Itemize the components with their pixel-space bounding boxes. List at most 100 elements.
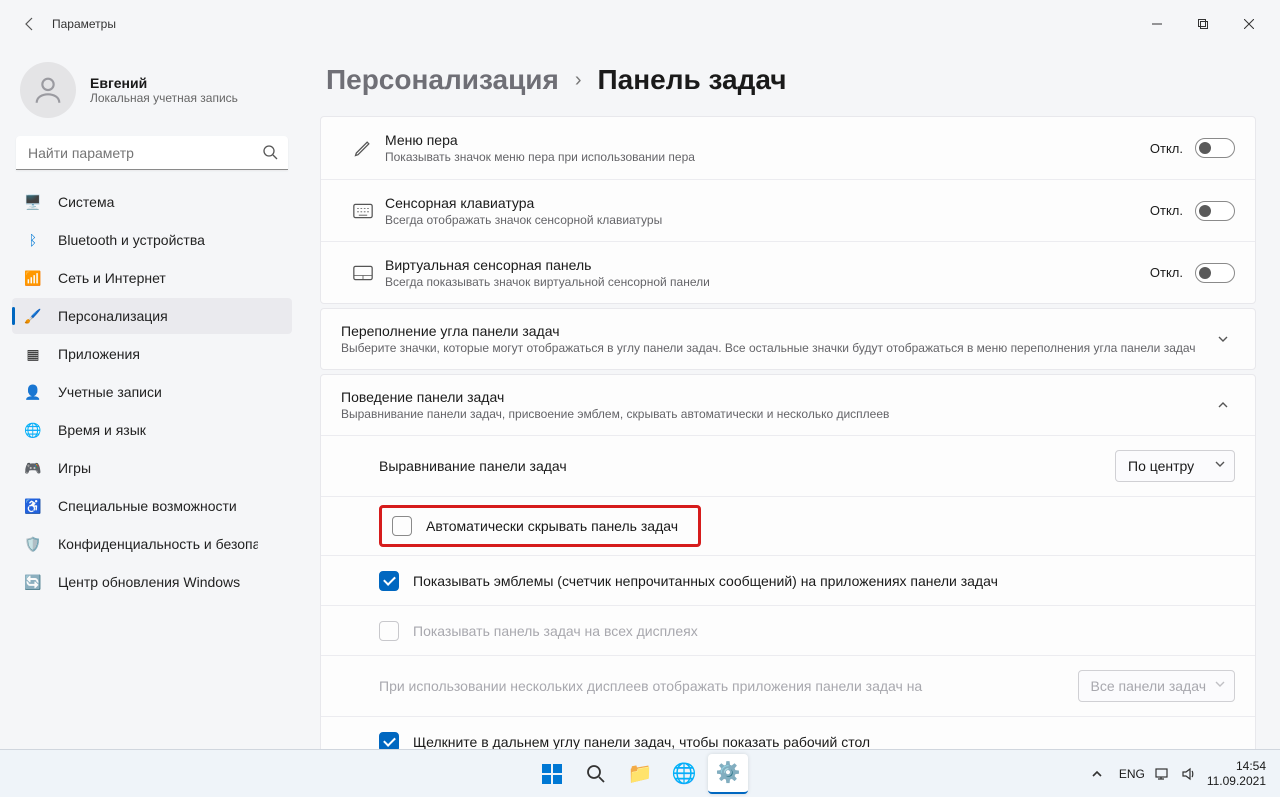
profile[interactable]: Евгений Локальная учетная запись [12,52,296,132]
sidebar-item-games[interactable]: 🎮 Игры [12,450,292,486]
system-tray: ENG 14:54 11.09.2021 [1085,759,1280,788]
badges-row: Показывать эмблемы (счетчик непрочитанны… [321,555,1255,605]
alignment-label: Выравнивание панели задач [379,458,1115,474]
sidebar-item-label: Учетные записи [58,384,162,400]
avatar [20,62,76,118]
chevron-up-icon [1091,768,1103,780]
tray-overflow[interactable] [1085,768,1109,780]
sidebar-item-label: Центр обновления Windows [58,574,240,590]
sidebar-item-personalization[interactable]: 🖌️ Персонализация [12,298,292,334]
taskbar-edge[interactable]: 🌐 [664,754,704,794]
badges-label: Показывать эмблемы (счетчик непрочитанны… [413,573,1235,589]
taskbar-settings[interactable]: ⚙️ [708,754,748,794]
windows-icon [541,763,563,785]
arrow-left-icon [22,16,38,32]
tray-date: 11.09.2021 [1207,774,1266,788]
alignment-value: По центру [1128,458,1194,474]
sidebar-item-label: Bluetooth и устройства [58,232,205,248]
sidebar-item-privacy[interactable]: 🛡️ Конфиденциальность и безопасность [12,526,292,562]
alignment-select[interactable]: По центру [1115,450,1235,482]
window-controls [1134,8,1272,40]
setting-title: Меню пера [385,132,1150,148]
tray-volume-icon[interactable] [1181,767,1197,781]
sidebar-item-network[interactable]: 📶 Сеть и Интернет [12,260,292,296]
behavior-body: Выравнивание панели задач По центру Авто… [321,435,1255,749]
close-button[interactable] [1226,8,1272,40]
expander-title: Поведение панели задач [341,389,1211,405]
sidebar-item-apps[interactable]: ▦ Приложения [12,336,292,372]
minimize-button[interactable] [1134,8,1180,40]
toggle-state: Откл. [1150,265,1183,280]
chevron-right-icon: › [575,69,582,92]
autohide-checkbox[interactable] [392,516,412,536]
tray-network-icon[interactable] [1155,767,1171,781]
virtual-touchpad-toggle[interactable] [1195,263,1235,283]
sidebar-item-accessibility[interactable]: ♿ Специальные возможности [12,488,292,524]
sidebar-item-label: Персонализация [58,308,168,324]
corner-click-row: Щелкните в дальнем углу панели задач, чт… [321,716,1255,749]
autohide-label: Автоматически скрывать панель задач [426,518,678,534]
accounts-icon: 👤 [24,383,42,401]
multi-display-value: Все панели задач [1091,678,1206,694]
chevron-down-icon [1211,333,1235,345]
person-icon [31,73,65,107]
pen-icon [341,138,385,158]
gamepad-icon: 🎮 [24,459,42,477]
sidebar-item-system[interactable]: 🖥️ Система [12,184,292,220]
back-button[interactable] [16,10,44,38]
overflow-expander[interactable]: Переполнение угла панели задач Выберите … [320,308,1256,370]
setting-subtitle: Всегда показывать значок виртуальной сен… [385,275,1150,289]
setting-title: Сенсорная клавиатура [385,195,1150,211]
search-box[interactable] [16,136,288,170]
folder-icon: 📁 [628,761,653,786]
sidebar-item-accounts[interactable]: 👤 Учетные записи [12,374,292,410]
sidebar-item-label: Сеть и Интернет [58,270,166,286]
sidebar-item-time[interactable]: 🌐 Время и язык [12,412,292,448]
main-content: Персонализация › Панель задач Меню пера … [300,48,1280,749]
chevron-up-icon [1211,399,1235,411]
update-icon: 🔄 [24,573,42,591]
titlebar: Параметры [0,0,1280,48]
sidebar-item-bluetooth[interactable]: ᛒ Bluetooth и устройства [12,222,292,258]
all-displays-checkbox [379,621,399,641]
toggle-state: Откл. [1150,203,1183,218]
badges-checkbox[interactable] [379,571,399,591]
search-input[interactable] [16,136,288,170]
tray-language[interactable]: ENG [1119,767,1145,781]
pen-toggle[interactable] [1195,138,1235,158]
sidebar-item-label: Время и язык [58,422,146,438]
sidebar: Евгений Локальная учетная запись 🖥️ Сист… [0,48,300,749]
expander-subtitle: Выравнивание панели задач, присвоение эм… [341,407,1211,421]
corner-click-checkbox[interactable] [379,732,399,750]
chevron-down-icon [1214,458,1226,470]
behavior-expander-header[interactable]: Поведение панели задач Выравнивание пане… [321,375,1255,435]
setting-title: Виртуальная сенсорная панель [385,257,1150,273]
profile-name: Евгений [90,75,238,91]
taskbar-explorer[interactable]: 📁 [620,754,660,794]
start-button[interactable] [532,754,572,794]
multi-display-row: При использовании нескольких дисплеев от… [321,655,1255,716]
touch-keyboard-toggle[interactable] [1195,201,1235,221]
taskbar-search[interactable] [576,754,616,794]
accessibility-icon: ♿ [24,497,42,515]
multi-display-label: При использовании нескольких дисплеев от… [379,678,1078,694]
edge-icon: 🌐 [672,761,697,786]
tray-clock[interactable]: 14:54 11.09.2021 [1207,759,1266,788]
sidebar-item-update[interactable]: 🔄 Центр обновления Windows [12,564,292,600]
gear-icon: ⚙️ [716,760,741,785]
chevron-down-icon [1214,678,1226,690]
toggle-state: Откл. [1150,141,1183,156]
wifi-icon: 📶 [24,269,42,287]
maximize-button[interactable] [1180,8,1226,40]
all-displays-label: Показывать панель задач на всех дисплеях [413,623,1235,639]
expander-title: Переполнение угла панели задач [341,323,1211,339]
shield-icon: 🛡️ [24,535,42,553]
autohide-highlight: Автоматически скрывать панель задач [379,505,701,547]
corner-click-label: Щелкните в дальнем углу панели задач, чт… [413,734,1235,750]
breadcrumb-parent[interactable]: Персонализация [326,64,559,96]
profile-subtitle: Локальная учетная запись [90,91,238,105]
corner-icons-card: Меню пера Показывать значок меню пера пр… [320,116,1256,304]
sidebar-item-label: Конфиденциальность и безопасность [58,536,258,552]
tray-time: 14:54 [1207,759,1266,773]
globe-icon: 🌐 [24,421,42,439]
